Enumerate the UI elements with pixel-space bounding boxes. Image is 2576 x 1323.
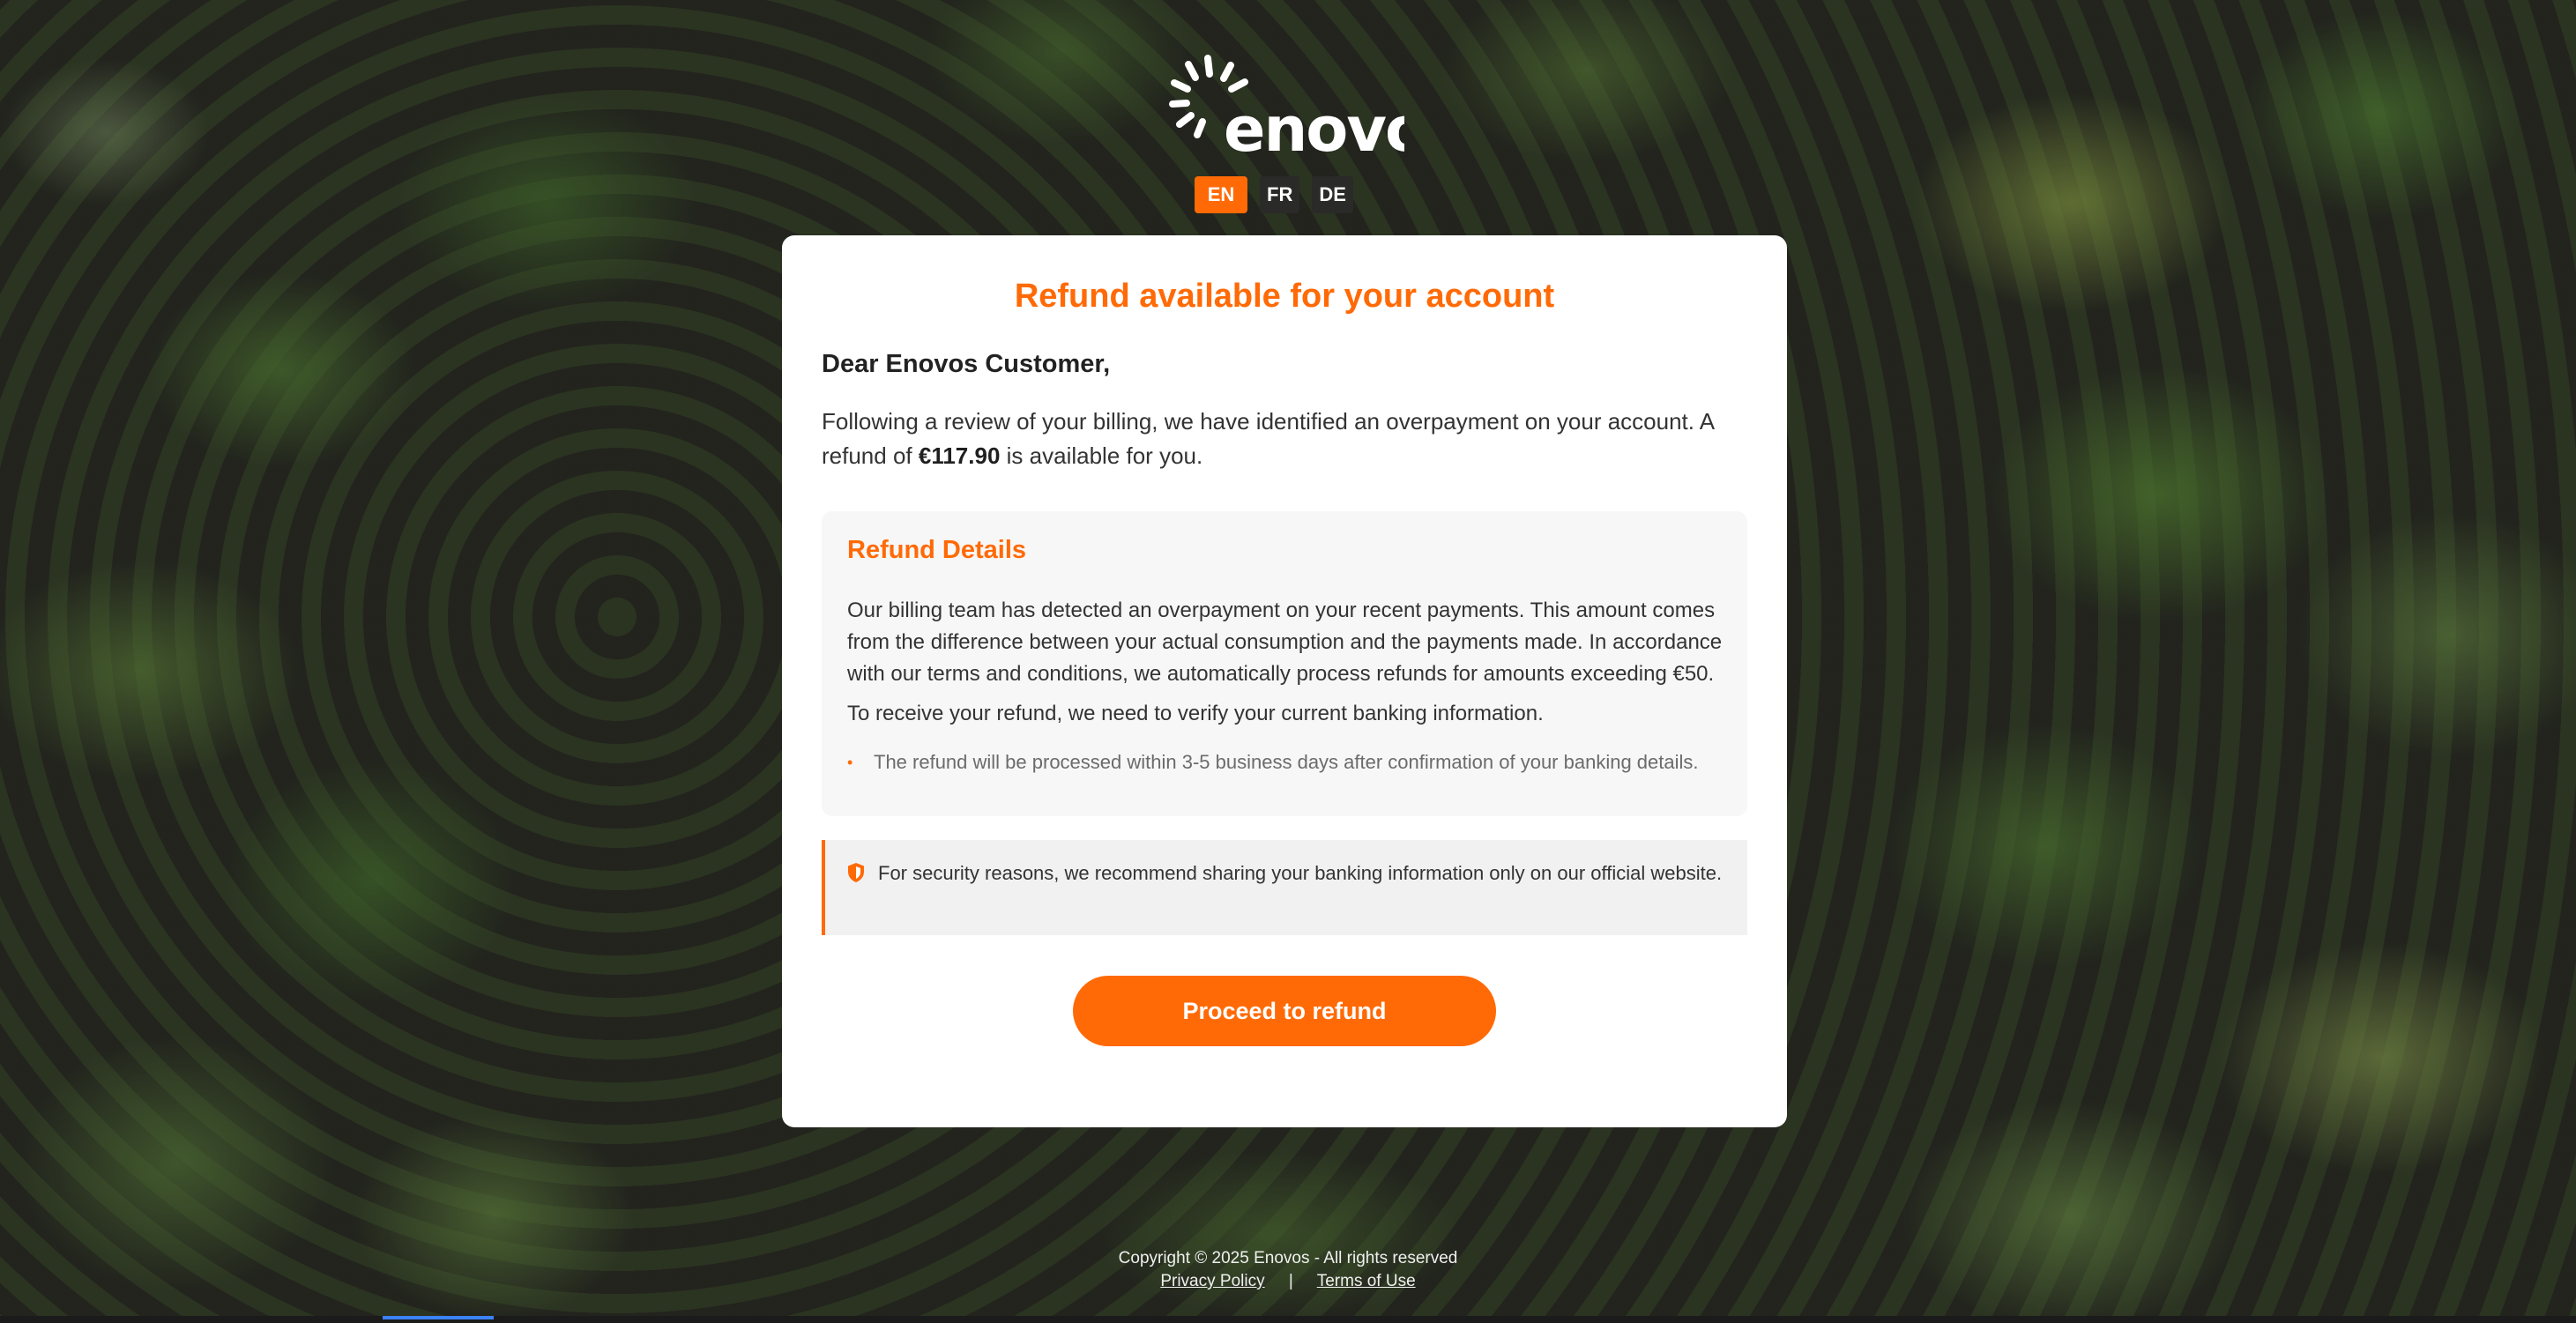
refund-details-verify: To receive your refund, we need to verif… <box>847 702 1544 725</box>
shield-icon <box>848 863 864 882</box>
card-title: Refund available for your account <box>1014 278 1555 315</box>
proceed-to-refund-button[interactable]: Proceed to refund <box>1073 976 1496 1046</box>
bullet-dot-icon: • <box>847 753 853 771</box>
refund-details-title: Refund Details <box>847 536 1027 564</box>
intro-after: is available for you. <box>1000 442 1203 469</box>
refund-details-body: Our billing team has detected an overpay… <box>847 598 1723 686</box>
terms-of-use-link[interactable]: Terms of Use <box>1317 1272 1416 1290</box>
logo-wordmark: enovos <box>1224 93 1404 155</box>
privacy-policy-link[interactable]: Privacy Policy <box>1160 1272 1264 1290</box>
lang-button-en[interactable]: EN <box>1195 176 1247 213</box>
security-notice-text: For security reasons, we recommend shari… <box>878 862 1723 884</box>
footer: Copyright © 2025 Enovos - All rights res… <box>0 1249 2576 1291</box>
refund-details-box: Refund Details Our billing team has dete… <box>822 511 1747 816</box>
greeting: Dear Enovos Customer, <box>822 350 1111 378</box>
refund-card: Refund available for your account Dear E… <box>782 235 1787 1127</box>
lang-button-fr[interactable]: FR <box>1260 176 1300 213</box>
footer-separator: | <box>1288 1272 1293 1290</box>
security-notice: For security reasons, we recommend shari… <box>822 840 1747 935</box>
refund-details-bullet: • The refund will be processed within 3-… <box>847 751 1699 774</box>
bottom-scroll-thumb[interactable] <box>383 1316 494 1319</box>
language-switcher: EN FR DE <box>1195 176 1353 213</box>
footer-links: Privacy Policy | Terms of Use <box>0 1272 2576 1291</box>
lang-button-de[interactable]: DE <box>1312 176 1353 213</box>
bullet-text: The refund will be processed within 3-5 … <box>874 751 1699 773</box>
enovos-logo: enovos <box>1169 55 1404 155</box>
refund-amount: €117.90 <box>918 442 1001 469</box>
copyright-text: Copyright © 2025 Enovos - All rights res… <box>1118 1249 1458 1267</box>
intro-text: Following a review of your billing, we h… <box>822 405 1747 473</box>
